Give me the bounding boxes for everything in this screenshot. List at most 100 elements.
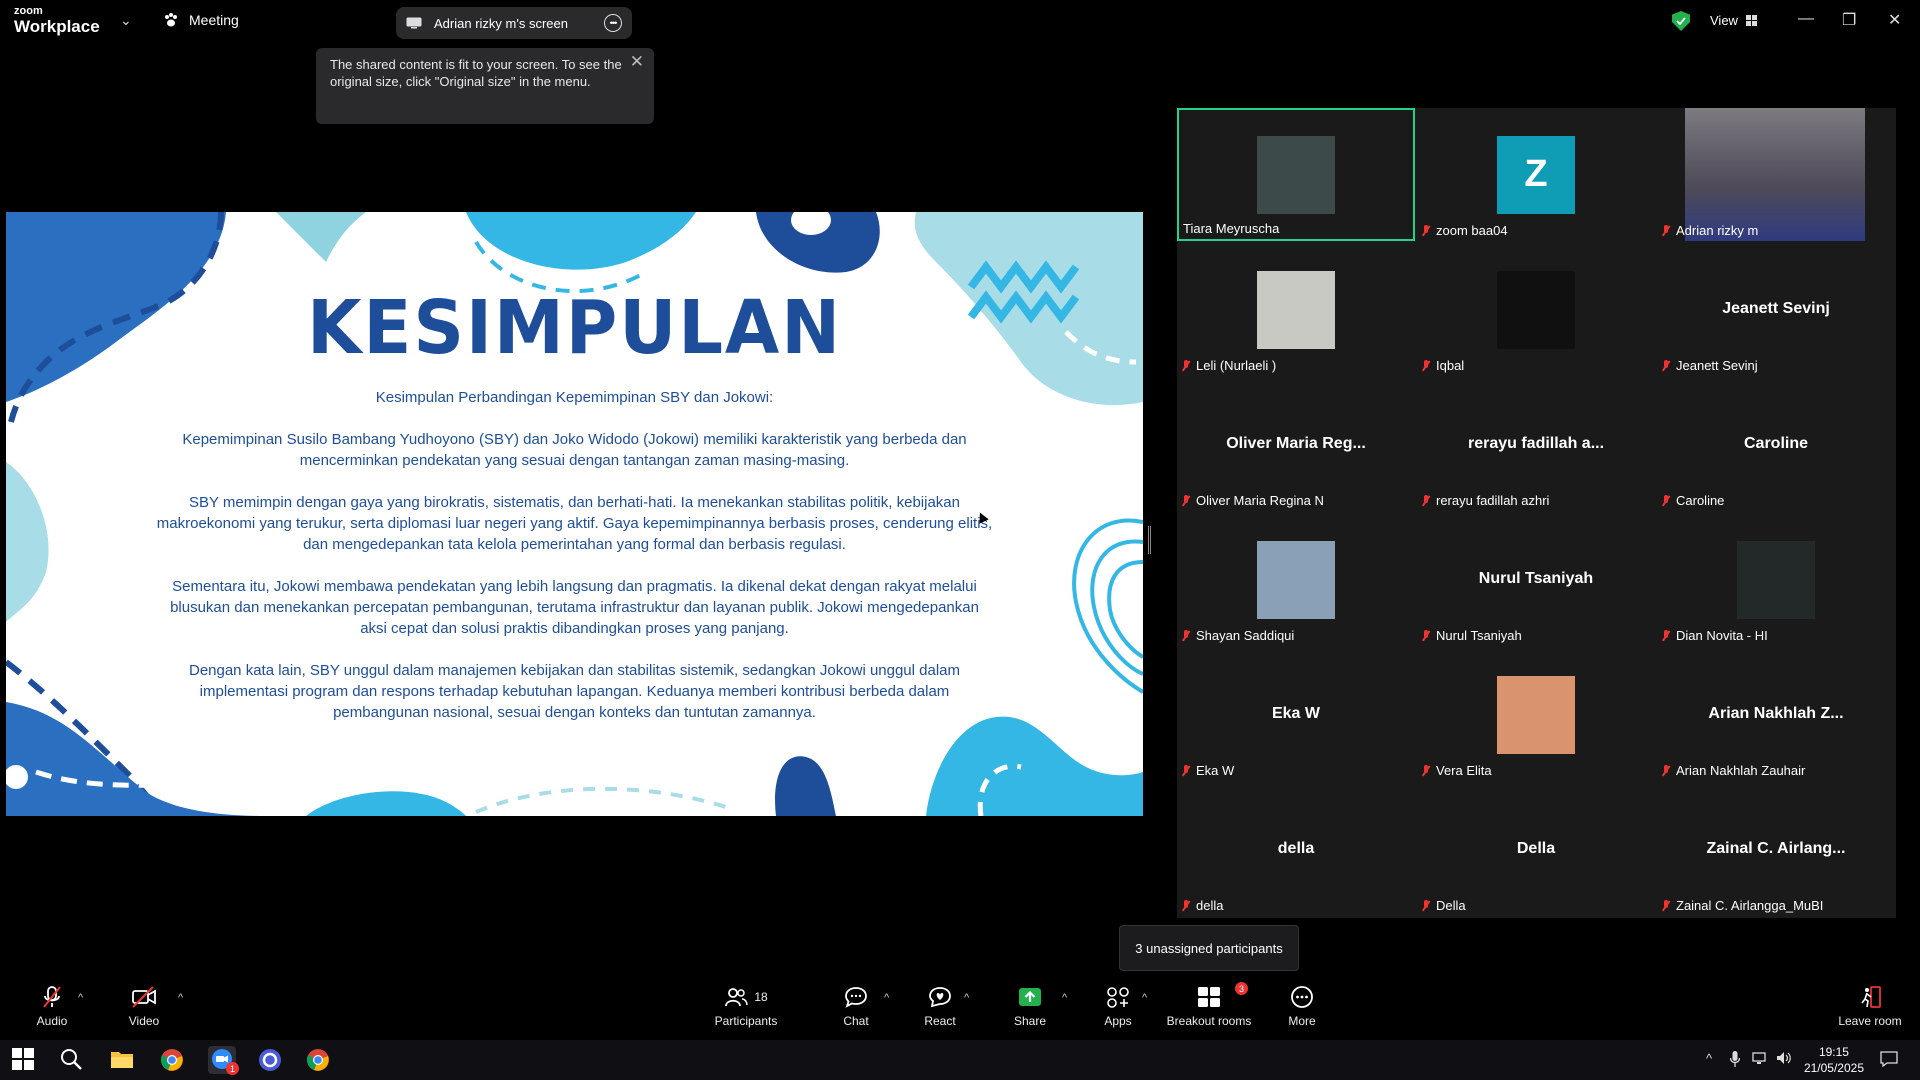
participant-tile[interactable]: Jeanett Sevinj Jeanett Sevinj (1657, 243, 1895, 376)
clock-time: 19:15 (1818, 1045, 1849, 1059)
video-button[interactable]: Video (126, 980, 162, 1040)
participant-name-label: Oliver Maria Regina N (1181, 493, 1324, 508)
meeting-info-button[interactable]: Meeting (163, 12, 239, 28)
clock-date: 21/05/2025 (1803, 1061, 1864, 1075)
participant-tile[interactable]: Dian Novita - HI (1657, 513, 1895, 646)
logo-text-bottom: Workplace (14, 17, 100, 36)
apps-label: Apps (1104, 1014, 1132, 1028)
avatar: Z (1497, 135, 1575, 214)
video-feed (1685, 108, 1865, 241)
breakout-rooms-button[interactable]: 3 Breakout rooms (1162, 980, 1256, 1040)
browser-app-icon[interactable] (258, 1048, 282, 1072)
participant-tile[interactable]: rerayu fadillah a... rerayu fadillah azhr… (1417, 378, 1655, 511)
mic-muted-icon (1421, 629, 1431, 642)
network-icon[interactable] (1752, 1051, 1768, 1068)
system-clock[interactable]: 19:15 21/05/2025 (1804, 1044, 1864, 1076)
participants-label: Participants (714, 1014, 778, 1028)
os-taskbar: 1 ^ 19:15 21/05/2025 (0, 1040, 1920, 1080)
search-icon[interactable] (60, 1048, 84, 1072)
participant-name-label: Iqbal (1421, 358, 1464, 373)
grid-view-icon (1745, 15, 1757, 26)
view-button[interactable]: View (1710, 13, 1757, 28)
microphone-tray-icon[interactable] (1729, 1051, 1741, 1070)
participants-button[interactable]: 18 Participants (712, 980, 780, 1040)
participant-name-label: Shayan Saddiqui (1181, 628, 1294, 643)
mic-muted-icon (1421, 494, 1431, 507)
tray-overflow-icon[interactable]: ^ (1706, 1051, 1712, 1066)
security-shield-icon[interactable] (1672, 11, 1690, 31)
zoom-taskbar-icon[interactable]: 1 (208, 1046, 239, 1075)
apps-icon (1106, 980, 1130, 1014)
breakout-rooms-icon: 3 (1197, 980, 1248, 1014)
video-off-icon (131, 980, 157, 1014)
participant-tile[interactable]: Caroline Caroline (1657, 378, 1895, 511)
participants-count: 18 (754, 990, 768, 1004)
participant-name-label: Nurul Tsaniyah (1421, 628, 1522, 643)
more-options-icon[interactable]: ••• (604, 14, 622, 32)
close-icon[interactable]: ✕ (630, 53, 644, 70)
view-label: View (1710, 13, 1738, 28)
participant-tile[interactable]: Tiara Meyruscha (1177, 108, 1415, 241)
participant-name-label: della (1181, 898, 1223, 913)
react-button[interactable]: React (922, 980, 958, 1040)
share-button[interactable]: Share (1012, 980, 1048, 1040)
participant-name: Zainal C. Airlangga_MuBI (1676, 898, 1824, 913)
title-bar: zoom Workplace ⌄ Meeting Adrian rizky m'… (0, 0, 1920, 44)
chat-button[interactable]: Chat (838, 980, 874, 1040)
chrome-icon[interactable] (160, 1048, 184, 1072)
chevron-down-icon[interactable]: ⌄ (120, 12, 132, 29)
restore-icon[interactable]: ❐ (1842, 10, 1856, 30)
share-caret-icon[interactable]: ^ (1062, 992, 1067, 1004)
participant-name: Nurul Tsaniyah (1436, 628, 1522, 643)
chat-caret-icon[interactable]: ^ (884, 992, 889, 1004)
fit-to-screen-tooltip: The shared content is fit to your screen… (316, 48, 654, 124)
participant-name-label: zoom baa04 (1421, 223, 1508, 238)
mic-muted-icon (41, 980, 63, 1014)
participant-display-name: Zainal C. Airlang... (1706, 840, 1846, 857)
more-button[interactable]: More (1286, 980, 1318, 1040)
participant-name-label: Della (1421, 898, 1466, 913)
participant-name: Eka W (1196, 763, 1235, 778)
windows-start-icon[interactable] (12, 1048, 36, 1072)
meeting-label: Meeting (189, 12, 239, 28)
panel-resize-handle[interactable] (1148, 526, 1151, 554)
participant-name-label: Adrian rizky m (1661, 223, 1758, 238)
participant-tile[interactable]: Della Della (1417, 783, 1655, 916)
notification-center-icon[interactable] (1880, 1051, 1898, 1070)
apps-button[interactable]: Apps (1100, 980, 1136, 1040)
participant-tile[interactable]: Oliver Maria Reg... Oliver Maria Regina N (1177, 378, 1415, 511)
participant-tile[interactable]: Shayan Saddiqui (1177, 513, 1415, 646)
mic-muted-icon (1661, 629, 1671, 642)
video-caret-icon[interactable]: ^ (178, 992, 183, 1004)
apps-caret-icon[interactable]: ^ (1142, 992, 1147, 1004)
participant-tile[interactable]: Eka W Eka W (1177, 648, 1415, 781)
participant-tile[interactable]: Leli (Nurlaeli ) (1177, 243, 1415, 376)
screen-share-pill[interactable]: Adrian rizky m's screen ••• (396, 7, 632, 39)
react-caret-icon[interactable]: ^ (964, 992, 969, 1004)
leave-room-button[interactable]: Leave room (1838, 980, 1902, 1040)
avatar (1257, 135, 1335, 214)
participant-display-name: Caroline (1743, 435, 1808, 452)
audio-button[interactable]: Audio (34, 980, 70, 1040)
participant-tile[interactable]: Arian Nakhlah Z... Arian Nakhlah Zauhair (1657, 648, 1895, 781)
file-explorer-icon[interactable] (110, 1048, 134, 1072)
participant-name-label: rerayu fadillah azhri (1421, 493, 1549, 508)
participant-name: Oliver Maria Regina N (1196, 493, 1324, 508)
participant-tile[interactable]: Nurul Tsaniyah Nurul Tsaniyah (1417, 513, 1655, 646)
participant-tile[interactable]: Adrian rizky m (1657, 108, 1895, 241)
volume-icon[interactable] (1776, 1051, 1792, 1068)
minimize-icon[interactable]: — (1798, 10, 1814, 28)
slide-paragraph: Sementara itu, Jokowi membawa pendekatan… (170, 578, 979, 637)
unassigned-participants-tooltip: 3 unassigned participants (1119, 925, 1299, 971)
participant-tile[interactable]: Vera Elita (1417, 648, 1655, 781)
mic-muted-icon (1181, 629, 1191, 642)
participant-name-label: Dian Novita - HI (1661, 628, 1768, 643)
participant-tile[interactable]: Iqbal (1417, 243, 1655, 376)
participant-tile[interactable]: Zainal C. Airlang... Zainal C. Airlangga_… (1657, 783, 1895, 916)
participant-tile[interactable]: Zzoom baa04 (1417, 108, 1655, 241)
participant-name: Iqbal (1436, 358, 1465, 373)
audio-caret-icon[interactable]: ^ (78, 992, 83, 1004)
participant-tile[interactable]: della della (1177, 783, 1415, 916)
chrome-profile-icon[interactable] (306, 1048, 330, 1072)
close-window-icon[interactable]: ✕ (1888, 10, 1901, 30)
